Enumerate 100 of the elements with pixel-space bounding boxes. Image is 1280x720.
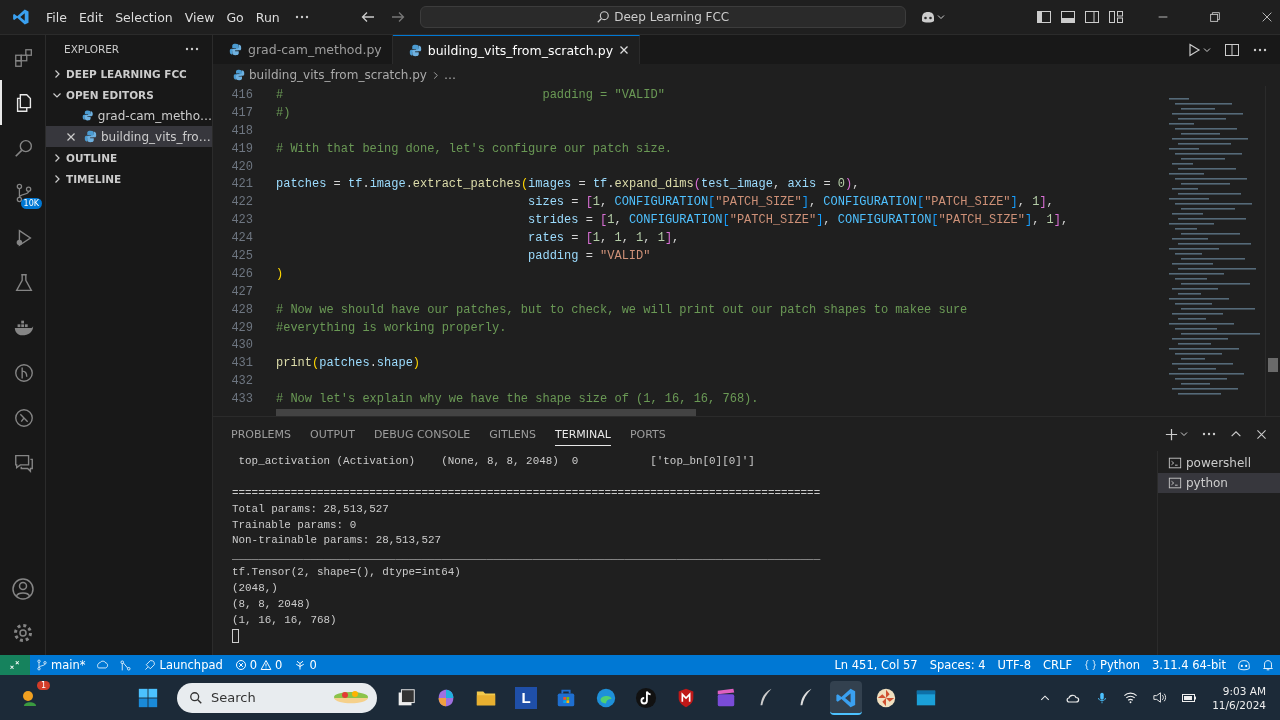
terminal-item[interactable]: powershell [1158, 453, 1280, 473]
line-number: 419 [230, 141, 254, 156]
ports-indicator[interactable]: 0 [288, 658, 323, 672]
menu-item[interactable]: File [40, 9, 73, 25]
panel-tab[interactable]: PORTS [629, 422, 666, 446]
line-number: 428 [230, 302, 254, 317]
close-icon[interactable] [1260, 10, 1274, 24]
problems-indicator[interactable]: 0 0 [228, 658, 289, 672]
status-item[interactable]: Ln 451, Col 57 [828, 658, 924, 672]
close-icon[interactable] [66, 131, 76, 142]
chevron-icon [52, 152, 62, 163]
menu-item[interactable]: Selection [109, 9, 179, 25]
music-note-icon[interactable] [635, 686, 658, 709]
breadcrumb-item[interactable]: … [443, 68, 456, 82]
line-number: 416 [230, 87, 254, 102]
sidebar-section[interactable]: DEEP LEARNING FCC [46, 63, 212, 84]
scrollbar-thumb[interactable] [276, 409, 696, 416]
code-line: sizes = [1, CONFIGURATION["PATCH_SIZE"], CONFIGURATION["PATCH_SIZE"], 1], [527, 195, 1054, 210]
customize-layout-icon[interactable] [1108, 9, 1124, 25]
caret-icon[interactable] [1179, 429, 1189, 439]
app-icon[interactable]: L [515, 686, 538, 709]
sidebar-title: EXPLORER [64, 43, 120, 55]
code-line: # Now let's explain why we have the shape size of (1, 16, 16, 768). [276, 392, 759, 407]
terminal-item[interactable]: python [1158, 473, 1280, 493]
menu-item[interactable]: View [178, 9, 221, 25]
caret-icon[interactable] [935, 12, 946, 22]
panel-tab[interactable]: GITLENS [489, 422, 536, 446]
open-editor-item[interactable]: building_vits_fro… [46, 126, 212, 147]
run-icon[interactable] [1186, 41, 1202, 58]
menu-item[interactable]: Edit [72, 9, 110, 25]
panel-tab[interactable]: PROBLEMS [231, 422, 292, 446]
close-icon[interactable] [1255, 427, 1268, 441]
taskbar-search-field[interactable]: Search [177, 682, 378, 713]
python-file-icon [84, 130, 97, 143]
line-number: 426 [230, 266, 254, 281]
sidebar-section[interactable]: OUTLINE [46, 147, 212, 168]
remote-indicator[interactable] [0, 655, 30, 675]
panel-tab[interactable]: OUTPUT [310, 422, 355, 446]
scrollbar-thumb[interactable] [1268, 358, 1278, 372]
command-center-field[interactable]: Deep Learning FCC [419, 6, 906, 28]
line-number: 431 [230, 356, 254, 371]
editor-tab[interactable]: building_vits_from_scratch.py [392, 35, 641, 64]
terminal-line: (1, 16, 16, 768) [232, 612, 338, 628]
terminal-line: top_activation (Activation) (None, 8, 8, 2048) 0 ['top_bn[0][0]'] [237, 454, 756, 469]
activity-button[interactable]: 10K [0, 170, 45, 215]
code-line: padding = "VALID" [527, 248, 651, 263]
terminal-line: Trainable params: 0 [232, 517, 358, 533]
clock-date[interactable]: 11/6/2024 [1212, 697, 1266, 712]
menu-item[interactable]: Run [249, 9, 286, 25]
menu-item[interactable]: Go [220, 9, 250, 25]
language-indicator[interactable]: Python [1078, 658, 1146, 672]
open-editor-item[interactable]: grad-cam_metho… [46, 105, 212, 126]
restore-icon[interactable] [1208, 10, 1222, 24]
search-icon [596, 10, 611, 24]
panel-tab[interactable]: TERMINAL [555, 422, 611, 446]
chevron-icon [52, 173, 62, 184]
forward-arrow-icon[interactable] [389, 9, 406, 25]
branch-indicator[interactable]: main* [30, 658, 92, 672]
launchpad-indicator[interactable]: Launchpad [137, 658, 229, 672]
sync-icon[interactable] [96, 658, 110, 672]
chevron-icon [52, 68, 62, 79]
sidebar-section[interactable]: TIMELINE [46, 168, 212, 189]
breadcrumb-item[interactable]: building_vits_from_scratch.py [249, 68, 427, 82]
account-icon[interactable] [10, 577, 35, 601]
code-line: ) [276, 266, 284, 281]
line-number: 427 [230, 284, 254, 299]
terminal-line: (2048,) [232, 581, 279, 597]
code-line: patches = tf.image.extract_patches(images = tf.expand_dims(test_image, axis = 0), [276, 177, 860, 192]
bell-icon[interactable] [1261, 658, 1275, 672]
panel-layout-icon[interactable] [1060, 9, 1076, 25]
status-item[interactable]: 3.11.4 64-bit [1145, 658, 1232, 672]
close-icon[interactable] [619, 45, 630, 55]
count-badge: 10K [20, 198, 42, 209]
volume-icon[interactable] [1152, 690, 1168, 705]
wifi-icon[interactable] [1123, 690, 1139, 705]
graph-icon[interactable] [119, 658, 133, 672]
split-editor-icon[interactable] [1224, 41, 1240, 58]
clock-time[interactable]: 9:03 AM [1222, 683, 1266, 698]
gitlens-icon [12, 361, 35, 384]
status-item[interactable]: Spaces: 4 [923, 658, 992, 672]
windows-start-icon[interactable] [137, 686, 160, 709]
python-file-icon [82, 109, 94, 122]
sidebar-section[interactable]: OPEN EDITORS [46, 84, 212, 105]
browser-icon[interactable] [595, 686, 618, 709]
secondary-sidebar-icon[interactable] [1084, 9, 1100, 25]
code-line: # padding = "VALID" [276, 87, 665, 102]
line-number: 429 [230, 320, 254, 335]
pinwheel-icon[interactable] [875, 686, 898, 709]
status-item[interactable]: UTF-8 [991, 658, 1038, 672]
status-item[interactable]: CRLF [1037, 658, 1079, 672]
terminal-line: (8, 8, 2048) [232, 597, 312, 612]
terminal-icon [1168, 456, 1182, 470]
code-line: rates = [1, 1, 1, 1], [527, 231, 680, 246]
panel-tab[interactable]: DEBUG CONSOLE [373, 422, 471, 446]
plus-icon[interactable] [1164, 426, 1179, 442]
vscode-taskbar-icon[interactable] [830, 680, 863, 715]
sidebar-layout-icon[interactable] [1036, 9, 1052, 25]
code-line: strides = [1, CONFIGURATION["PATCH_SIZE"], CONFIGURATION["PATCH_SIZE"], 1], [527, 213, 1069, 228]
code-line: print(patches.shape) [276, 356, 421, 371]
back-arrow-icon[interactable] [359, 9, 376, 25]
